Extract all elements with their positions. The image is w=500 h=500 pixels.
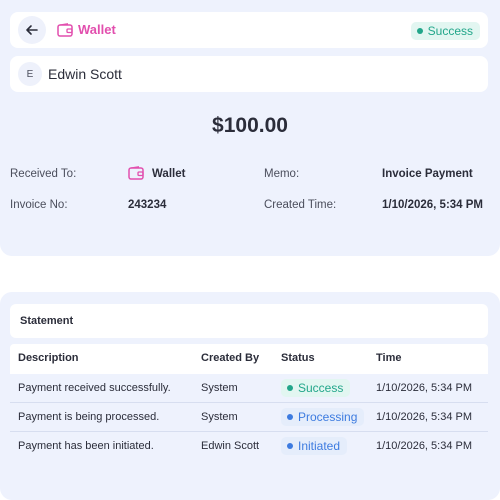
page-title: Wallet (78, 22, 116, 37)
status-dot (416, 28, 423, 34)
column-header-created-by: Created By (201, 352, 260, 364)
memo-label: Memo: (264, 168, 300, 180)
header-bar: Wallet Success (10, 12, 488, 48)
row-created-by: System (201, 382, 238, 394)
row-time: 1/10/2026, 5:34 PM (376, 382, 473, 394)
status-badge-label: Initiated (298, 439, 341, 453)
table-row: Payment has been initiated. Edwin Scott … (10, 432, 488, 461)
row-time: 1/10/2026, 5:34 PM (376, 440, 473, 452)
created-time-value: 1/10/2026, 5:34 PM (382, 199, 484, 211)
arrow-left-icon (26, 25, 38, 35)
statement-table: Description Created By Status Time Payme… (10, 344, 488, 461)
table-row: Payment received successfully. System Su… (10, 374, 488, 403)
column-header-status: Status (281, 352, 315, 364)
row-created-by: Edwin Scott (201, 440, 260, 452)
status-dot (287, 385, 293, 391)
column-header-time: Time (376, 352, 402, 364)
status-badge: Processing (281, 408, 365, 426)
status-badge-label: Processing (298, 410, 358, 424)
row-description: Payment is being processed. (18, 411, 160, 423)
transaction-details-panel: Wallet Success E Edwin Scott $100.00 Rec… (0, 0, 500, 256)
back-button[interactable] (18, 16, 46, 44)
wallet-icon (128, 166, 144, 180)
row-description: Payment has been initiated. (18, 440, 154, 452)
wallet-icon (57, 23, 73, 37)
statement-title: Statement (20, 315, 74, 327)
table-header-row: Description Created By Status Time (10, 344, 488, 374)
status-badge: Initiated (281, 437, 348, 455)
status-dot (287, 414, 293, 420)
received-to-value: Wallet (152, 168, 186, 180)
received-to-label: Received To: (10, 168, 77, 180)
table-row: Payment is being processed. System Proce… (10, 403, 488, 432)
avatar: E (18, 62, 42, 86)
status-badge: Success (410, 22, 480, 40)
user-card: E Edwin Scott (10, 56, 488, 92)
status-badge: Success (281, 379, 351, 397)
user-name: Edwin Scott (48, 66, 122, 82)
column-header-description: Description (18, 352, 79, 364)
created-time-label: Created Time: (264, 199, 337, 211)
invoice-value: 243234 (128, 199, 167, 211)
status-badge-label: Success (427, 24, 473, 38)
row-created-by: System (201, 411, 238, 423)
status-dot (287, 443, 293, 449)
invoice-label: Invoice No: (10, 199, 68, 211)
memo-value: Invoice Payment (382, 168, 473, 180)
row-time: 1/10/2026, 5:34 PM (376, 411, 473, 423)
status-badge-label: Success (298, 381, 344, 395)
row-description: Payment received successfully. (18, 382, 171, 394)
transaction-amount: $100.00 (212, 114, 288, 137)
statement-header: Statement (10, 304, 488, 338)
